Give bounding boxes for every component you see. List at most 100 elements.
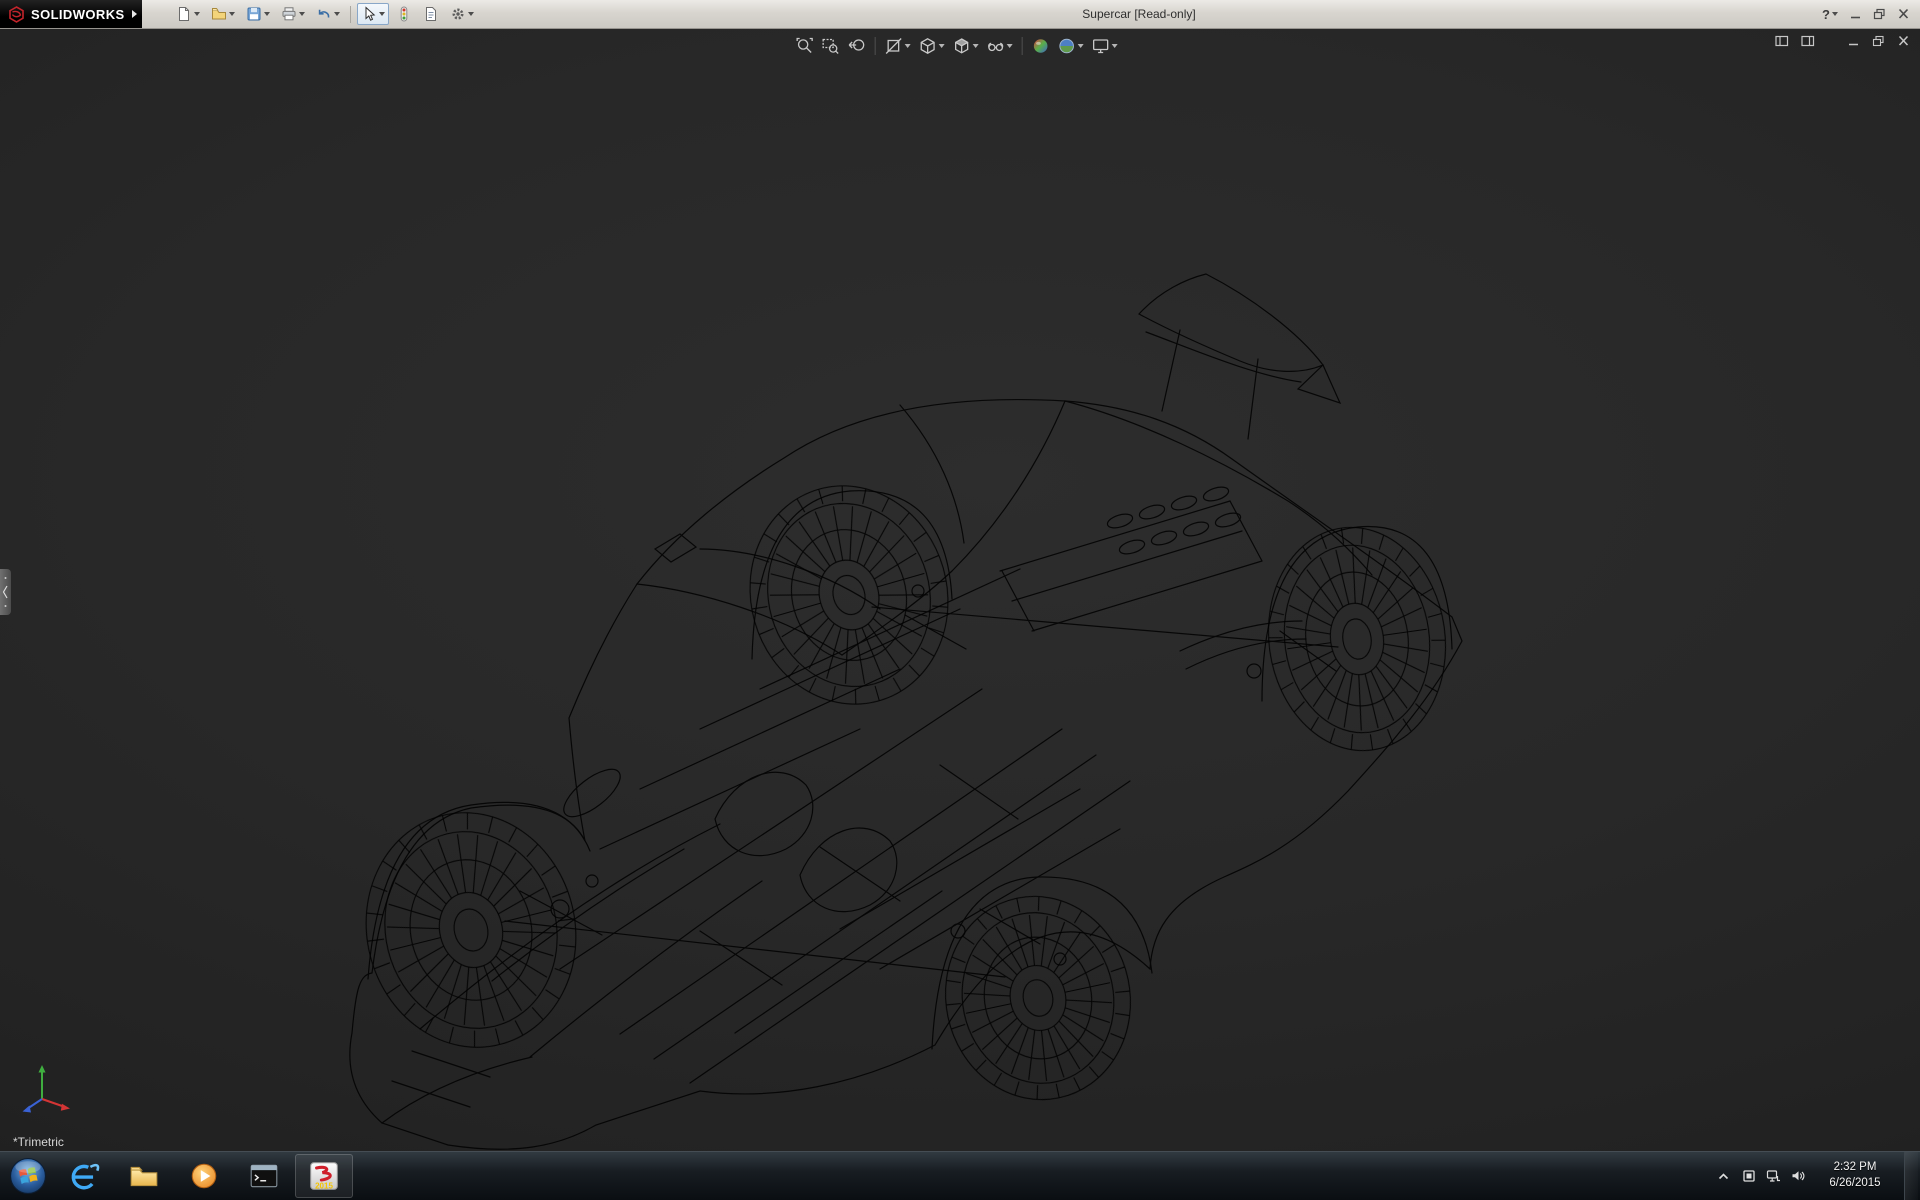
display-style-dropdown-icon[interactable] xyxy=(973,44,979,48)
view-settings-button[interactable] xyxy=(1090,36,1120,56)
help-dropdown-icon[interactable] xyxy=(1832,12,1838,16)
taskbar-clock[interactable]: 2:32 PM 6/26/2015 xyxy=(1818,1160,1892,1191)
select-button[interactable] xyxy=(357,3,389,25)
taskbar-command-prompt[interactable] xyxy=(235,1154,293,1198)
y-axis-arrow xyxy=(39,1065,46,1073)
hide-show-dropdown-icon[interactable] xyxy=(1007,44,1013,48)
split-pane-left-icon[interactable] xyxy=(1775,35,1789,47)
rebuild-button[interactable] xyxy=(392,3,416,25)
system-tray: 2:32 PM 6/26/2015 xyxy=(1717,1152,1920,1200)
x-axis xyxy=(42,1099,65,1107)
solidworks-menu-button[interactable]: SOLIDWORKS xyxy=(0,0,142,28)
restore-icon xyxy=(1873,8,1886,20)
previous-view-button[interactable] xyxy=(846,36,868,56)
tray-icons xyxy=(1742,1169,1806,1183)
options-button[interactable] xyxy=(446,3,478,25)
taskbar-media-player[interactable] xyxy=(175,1154,233,1198)
apply-scene-icon xyxy=(1058,37,1076,55)
apply-scene-button[interactable] xyxy=(1056,36,1086,56)
hide-show-glasses-icon xyxy=(987,37,1005,55)
open-folder-icon xyxy=(211,6,227,22)
print-dropdown-icon[interactable] xyxy=(299,12,305,16)
view-orientation-button[interactable] xyxy=(917,36,947,56)
options-dropdown-icon[interactable] xyxy=(468,12,474,16)
taskbar-internet-explorer[interactable] xyxy=(55,1154,113,1198)
taskbar-windows-explorer[interactable] xyxy=(115,1154,173,1198)
file-properties-button[interactable] xyxy=(419,3,443,25)
restore-window-button[interactable] xyxy=(1873,8,1886,20)
windows-start-orb-icon xyxy=(9,1157,47,1195)
zoom-to-fit-icon xyxy=(796,37,814,55)
open-dropdown-icon[interactable] xyxy=(229,12,235,16)
apply-scene-dropdown-icon[interactable] xyxy=(1078,44,1084,48)
folder-explorer-icon xyxy=(128,1160,160,1192)
menu-expand-icon[interactable] xyxy=(132,10,137,18)
minimize-document-icon[interactable] xyxy=(1847,35,1860,47)
network-icon[interactable] xyxy=(1766,1169,1781,1183)
view-orientation-cube-icon xyxy=(919,37,937,55)
z-axis-arrow xyxy=(23,1106,32,1113)
help-button[interactable]: ? xyxy=(1822,7,1838,22)
internet-explorer-icon xyxy=(68,1160,100,1192)
display-style-icon xyxy=(953,37,971,55)
flyout-arrow-icon xyxy=(1,572,10,612)
split-pane-right-icon[interactable] xyxy=(1801,35,1815,47)
solidworks-badge-text: 2015 xyxy=(315,1181,333,1190)
zoom-to-fit-button[interactable] xyxy=(794,36,816,56)
solidworks-application-window: SOLIDWORKS xyxy=(0,0,1920,1200)
select-cursor-icon xyxy=(361,6,377,22)
toolbar-separator xyxy=(350,6,351,23)
section-view-button[interactable] xyxy=(883,36,913,56)
window-title: Supercar [Read-only] xyxy=(1082,0,1195,29)
edit-appearance-button[interactable] xyxy=(1030,36,1052,56)
clock-time: 2:32 PM xyxy=(1818,1160,1892,1176)
solidworks-logo-icon xyxy=(7,5,26,24)
graphics-viewport[interactable]: *Trimetric xyxy=(0,29,1920,1151)
print-icon xyxy=(281,6,297,22)
minimize-icon xyxy=(1849,8,1862,20)
minimize-window-button[interactable] xyxy=(1849,8,1862,20)
close-document-icon[interactable] xyxy=(1897,35,1910,47)
save-icon xyxy=(246,6,262,22)
show-desktop-button[interactable] xyxy=(1904,1152,1918,1200)
show-hidden-icons-button[interactable] xyxy=(1717,1171,1730,1182)
reference-triad xyxy=(16,1057,80,1121)
open-document-button[interactable] xyxy=(207,3,239,25)
section-view-dropdown-icon[interactable] xyxy=(905,44,911,48)
rebuild-traffic-light-icon xyxy=(396,6,412,22)
display-style-button[interactable] xyxy=(951,36,981,56)
zoom-to-area-button[interactable] xyxy=(820,36,842,56)
toolbar-separator xyxy=(875,37,876,55)
view-orientation-dropdown-icon[interactable] xyxy=(939,44,945,48)
select-dropdown-icon[interactable] xyxy=(379,12,385,16)
new-dropdown-icon[interactable] xyxy=(194,12,200,16)
command-prompt-icon xyxy=(248,1160,280,1192)
heads-up-view-toolbar xyxy=(790,34,1124,58)
wireframe-supercar-model[interactable] xyxy=(0,29,1920,1151)
view-settings-icon xyxy=(1092,37,1110,55)
undo-button[interactable] xyxy=(312,3,344,25)
section-view-icon xyxy=(885,37,903,55)
save-button[interactable] xyxy=(242,3,274,25)
help-icon: ? xyxy=(1822,7,1830,22)
hide-show-items-button[interactable] xyxy=(985,36,1015,56)
windows-taskbar: 2015 xyxy=(0,1151,1920,1200)
view-orientation-label: *Trimetric xyxy=(13,1135,64,1149)
options-gear-icon xyxy=(450,6,466,22)
window-controls: ? xyxy=(1822,7,1920,22)
new-document-button[interactable] xyxy=(172,3,204,25)
restore-document-icon[interactable] xyxy=(1872,35,1885,47)
solidworks-2015-icon: 2015 xyxy=(308,1160,340,1192)
close-window-button[interactable] xyxy=(1897,8,1910,20)
volume-icon[interactable] xyxy=(1791,1169,1806,1183)
taskbar-solidworks-2015[interactable]: 2015 xyxy=(295,1154,353,1198)
document-window-controls xyxy=(1775,35,1910,47)
quick-access-toolbar xyxy=(172,0,478,28)
save-dropdown-icon[interactable] xyxy=(264,12,270,16)
start-button[interactable] xyxy=(2,1152,54,1200)
undo-dropdown-icon[interactable] xyxy=(334,12,340,16)
print-button[interactable] xyxy=(277,3,309,25)
featuremanager-flyout-tab[interactable] xyxy=(0,569,11,615)
view-settings-dropdown-icon[interactable] xyxy=(1112,44,1118,48)
tray-app-icon[interactable] xyxy=(1742,1169,1756,1183)
